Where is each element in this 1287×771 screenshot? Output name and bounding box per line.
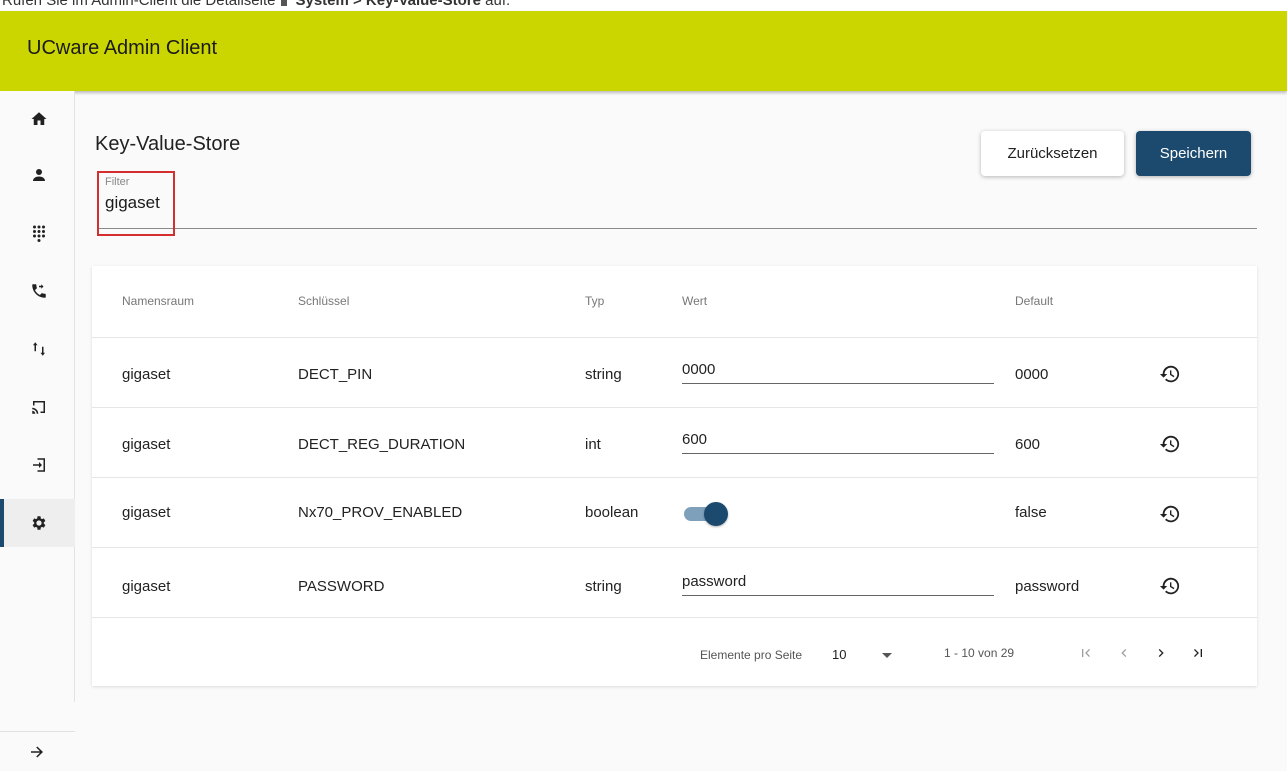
cast-icon	[32, 401, 45, 414]
dialpad-icon	[33, 225, 45, 242]
cell-namespace: gigaset	[122, 366, 171, 383]
cell-namespace: gigaset	[122, 436, 171, 453]
first-page-icon	[1082, 649, 1090, 657]
cell-type: string	[585, 578, 622, 595]
cell-namespace: gigaset	[122, 504, 171, 521]
filter-label: Filter	[105, 176, 130, 188]
chevron-left-icon	[1121, 649, 1127, 657]
restore-default-icon[interactable]	[1159, 433, 1181, 455]
cell-default: password	[1015, 578, 1080, 595]
gear-icon	[279, 0, 289, 7]
home-icon	[31, 112, 47, 125]
last-page-icon	[1194, 649, 1202, 657]
sidebar-item-system[interactable]	[0, 499, 75, 547]
chevron-right-icon	[1158, 649, 1164, 657]
restore-default-icon[interactable]	[1159, 575, 1181, 597]
sidebar	[0, 91, 75, 758]
column-header-default: Default	[1015, 294, 1054, 308]
page-range-label: 1 - 10 von 29	[944, 646, 1015, 660]
filter-field[interactable]: Filter	[97, 171, 1257, 236]
column-header-type: Typ	[585, 294, 605, 308]
cell-type: boolean	[585, 504, 639, 521]
user-icon	[33, 169, 45, 181]
previous-page-button[interactable]	[1110, 639, 1138, 667]
save-button[interactable]: Speichern	[1136, 131, 1251, 176]
sidebar-item-users[interactable]	[0, 151, 75, 199]
cell-type: int	[585, 436, 601, 453]
sidebar-item-login[interactable]	[0, 441, 75, 489]
value-input[interactable]	[682, 568, 994, 596]
sidebar-item-devices[interactable]	[0, 383, 75, 431]
main-content: Key-Value-Store Zurücksetzen Speichern F…	[75, 91, 1287, 702]
instruction-suffix: auf.	[485, 0, 511, 9]
key-value-table: Namensraum Schlüssel Typ Wert Default gi…	[92, 266, 1257, 686]
phone-forward-icon	[32, 284, 47, 298]
column-header-namespace: Namensraum	[122, 294, 195, 308]
filter-input[interactable]	[105, 193, 1205, 213]
instruction-path: System > Key-Value-Store	[295, 0, 481, 9]
cell-default: 600	[1015, 436, 1041, 453]
cell-namespace: gigaset	[122, 578, 171, 595]
items-per-page-label: Elemente pro Seite	[700, 648, 803, 662]
login-icon	[33, 458, 45, 472]
sidebar-item-dialpad[interactable]	[0, 209, 75, 257]
table-row: gigaset PASSWORD string password	[92, 548, 1257, 618]
restore-default-icon[interactable]	[1159, 363, 1181, 385]
table-row: gigaset Nx70_PROV_ENABLED boolean false	[92, 478, 1257, 548]
reset-button[interactable]: Zurücksetzen	[981, 131, 1124, 176]
gear-icon	[32, 516, 46, 530]
next-page-button[interactable]	[1147, 639, 1175, 667]
app-title: UCware Admin Client	[27, 37, 218, 59]
toggle-thumb	[704, 502, 728, 526]
column-header-value: Wert	[682, 294, 708, 308]
instruction-text: Rufen Sie im Admin-Client die Detailseit…	[2, 0, 510, 10]
table-header-row: Namensraum Schlüssel Typ Wert Default	[92, 266, 1257, 338]
last-page-button[interactable]	[1184, 639, 1212, 667]
restore-default-icon[interactable]	[1159, 503, 1181, 525]
sidebar-item-home[interactable]	[0, 95, 75, 143]
swap-vertical-icon	[33, 342, 45, 356]
boolean-toggle[interactable]	[684, 502, 728, 526]
sidebar-collapse-toggle[interactable]	[0, 731, 75, 771]
page-size-value: 10	[832, 647, 847, 662]
value-input[interactable]	[682, 356, 994, 384]
page-size-select[interactable]: 10	[832, 644, 902, 666]
sidebar-item-call-forwarding[interactable]	[0, 267, 75, 315]
instruction-bar: Rufen Sie im Admin-Client die Detailseit…	[0, 0, 1287, 11]
caret-down-icon	[882, 653, 892, 658]
column-header-key: Schlüssel	[298, 294, 350, 308]
instruction-prefix: Rufen Sie im Admin-Client die Detailseit…	[2, 0, 276, 9]
app-header: UCware Admin Client	[0, 11, 1287, 91]
cell-key: DECT_PIN	[298, 366, 373, 383]
cell-type: string	[585, 366, 622, 383]
cell-key: PASSWORD	[298, 578, 385, 595]
first-page-button[interactable]	[1072, 639, 1100, 667]
page-title: Key-Value-Store	[95, 133, 241, 155]
arrow-right-icon	[31, 745, 43, 758]
cell-key: Nx70_PROV_ENABLED	[298, 504, 463, 521]
table-row: gigaset DECT_REG_DURATION int 600	[92, 408, 1257, 478]
cell-default: false	[1015, 504, 1047, 521]
sidebar-item-provisioning[interactable]	[0, 325, 75, 373]
cell-default: 0000	[1015, 366, 1049, 383]
paginator: Elemente pro Seite 10 1 - 10 von 29	[92, 618, 1257, 686]
value-input[interactable]	[682, 426, 994, 454]
table-row: gigaset DECT_PIN string 0000	[92, 338, 1257, 408]
cell-key: DECT_REG_DURATION	[298, 436, 466, 453]
